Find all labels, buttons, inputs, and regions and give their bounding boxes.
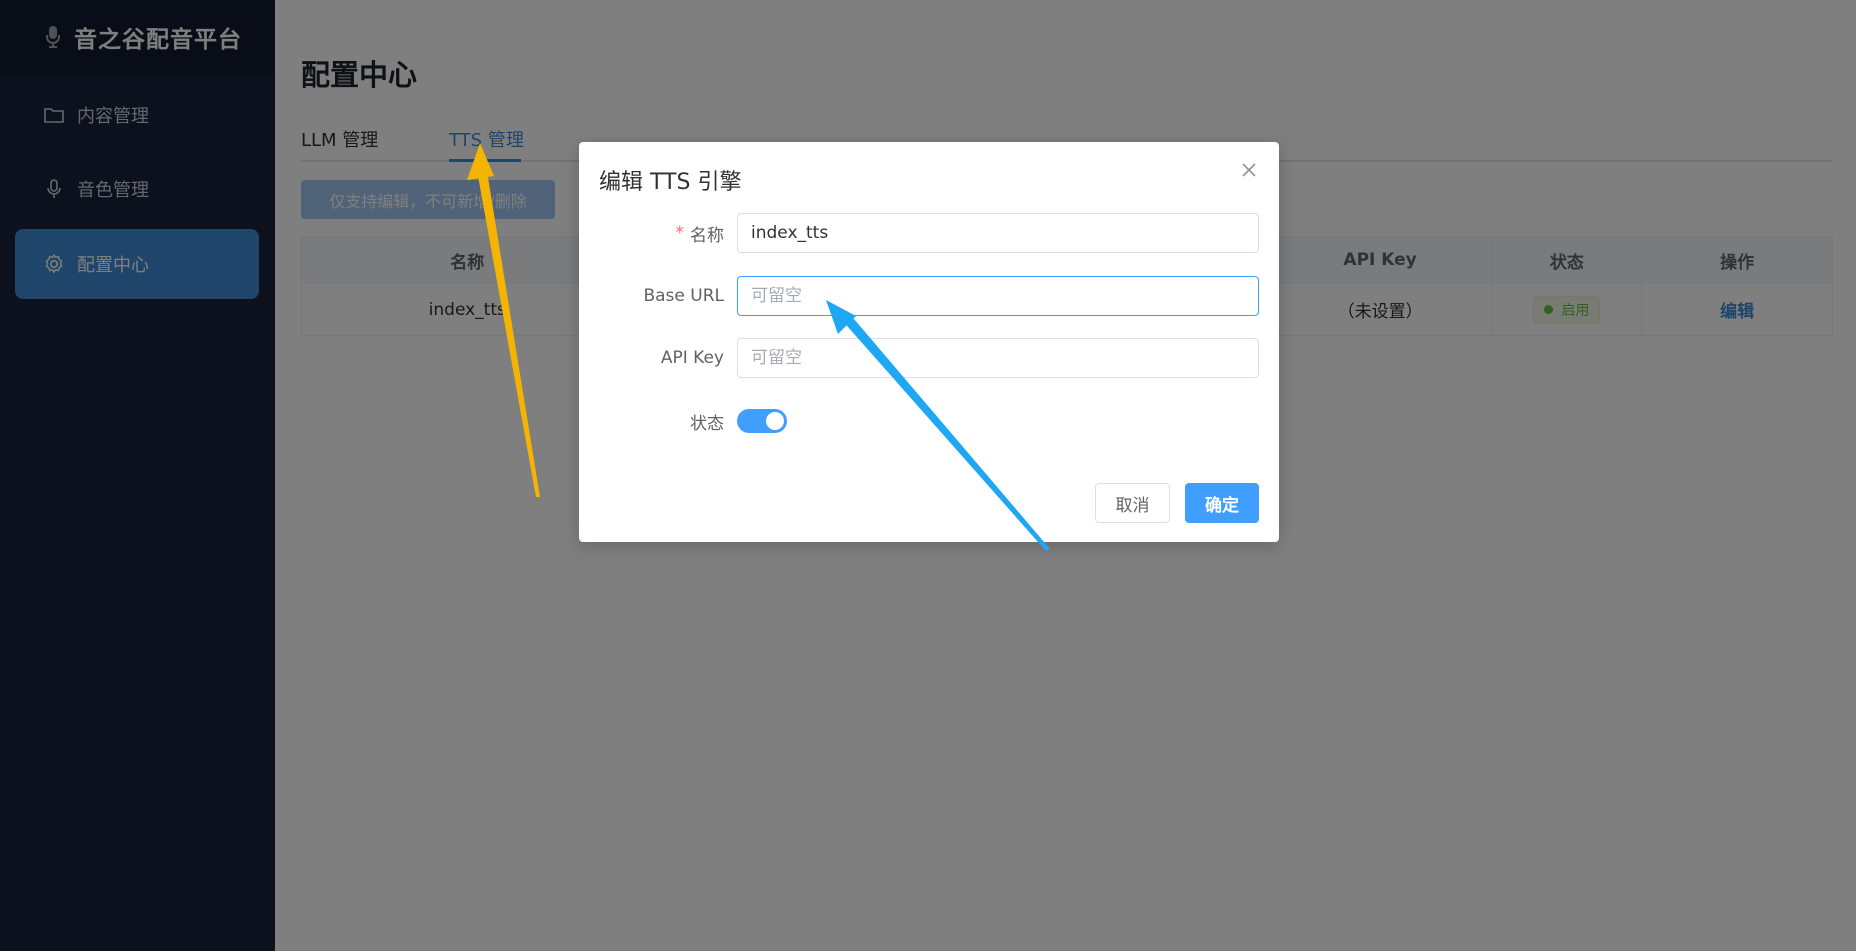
form-row-name: * 名称 — [579, 213, 1279, 253]
required-asterisk: * — [675, 223, 685, 243]
status-label: 状态 — [690, 413, 724, 434]
name-label-text: 名称 — [690, 225, 724, 246]
base-url-label: Base URL — [643, 286, 724, 306]
edit-tts-dialog: 编辑 TTS 引擎 * 名称 Base URL API Key 状态 取消 确定 — [579, 142, 1279, 542]
cancel-button[interactable]: 取消 — [1095, 483, 1170, 523]
name-label: * 名称 — [676, 213, 725, 253]
form-row-status: 状态 — [579, 401, 1279, 441]
name-input[interactable] — [737, 213, 1259, 253]
status-toggle[interactable] — [737, 409, 787, 433]
form-row-base-url: Base URL — [579, 276, 1279, 316]
form-row-api-key: API Key — [579, 338, 1279, 378]
dialog-title: 编辑 TTS 引擎 — [599, 170, 742, 195]
api-key-input[interactable] — [737, 338, 1259, 378]
confirm-button[interactable]: 确定 — [1185, 483, 1259, 523]
base-url-input[interactable] — [737, 276, 1259, 316]
toggle-knob — [766, 412, 784, 430]
api-key-label: API Key — [660, 348, 724, 368]
close-icon[interactable] — [1239, 160, 1259, 180]
